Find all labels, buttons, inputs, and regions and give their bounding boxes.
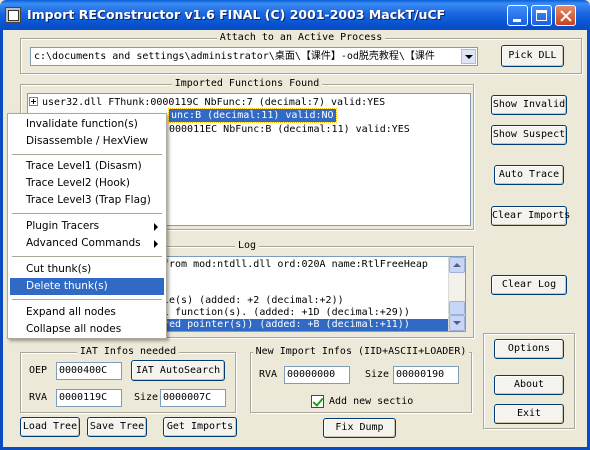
menu-separator xyxy=(12,213,162,214)
submenu-arrow-icon xyxy=(154,240,158,248)
menu-item-trace-level2[interactable]: Trace Level2 (Hook) xyxy=(10,175,164,192)
tree-row[interactable]: unc:B (decimal:11) valid:NO xyxy=(168,108,337,123)
menu-item-label: Cut thunk(s) xyxy=(26,263,92,275)
menu-item-plugin-tracers[interactable]: Plugin Tracers xyxy=(10,218,164,235)
auto-trace-button[interactable]: Auto Trace xyxy=(494,165,564,185)
show-suspect-button[interactable]: Show Suspect xyxy=(491,125,567,145)
menu-item-delete-thunks[interactable]: Delete thunk(s) xyxy=(10,278,164,295)
menu-item-label: Invalidate function(s) xyxy=(26,118,138,130)
new-import-size-field[interactable]: 00000190 xyxy=(393,366,459,384)
scroll-up-icon[interactable] xyxy=(449,257,465,273)
menu-item-cut-thunks[interactable]: Cut thunk(s) xyxy=(10,261,164,278)
new-import-rva-field[interactable]: 00000000 xyxy=(284,366,350,384)
iat-autosearch-button[interactable]: IAT AutoSearch xyxy=(131,360,225,381)
main-window: Import REConstructor v1.6 FINAL (C) 2001… xyxy=(0,0,590,450)
app-icon[interactable] xyxy=(5,7,21,23)
menu-item-disassemble-hexview[interactable]: Disassemble / HexView xyxy=(10,133,164,150)
save-tree-button[interactable]: Save Tree xyxy=(87,417,147,437)
menu-item-label: Disassemble / HexView xyxy=(26,135,149,147)
menu-separator xyxy=(12,299,162,300)
chevron-down-icon[interactable] xyxy=(461,49,476,64)
clear-imports-button[interactable]: Clear Imports xyxy=(491,206,570,226)
iat-rva-label: RVA xyxy=(29,392,48,403)
expand-icon[interactable] xyxy=(29,97,38,106)
oep-label: OEP xyxy=(29,365,48,376)
window-frame-left xyxy=(0,30,3,450)
iat-rva-field[interactable]: 0000119C xyxy=(56,389,122,407)
new-import-group-label: New Import Infos (IID+ASCII+LOADER) xyxy=(252,346,470,357)
menu-item-label: Trace Level3 (Trap Flag) xyxy=(26,194,151,206)
clear-log-button[interactable]: Clear Log xyxy=(491,275,567,295)
menu-item-label: Trace Level2 (Hook) xyxy=(26,177,130,189)
fix-dump-button[interactable]: Fix Dump xyxy=(323,418,396,438)
log-line: l function(s). (added: +1D (decimal:+29)… xyxy=(163,307,410,318)
imported-group-label: Imported Functions Found xyxy=(171,78,323,89)
oep-field[interactable]: 0000400C xyxy=(56,362,122,380)
pick-dll-button[interactable]: Pick DLL xyxy=(501,45,564,67)
close-button[interactable] xyxy=(555,5,576,26)
menu-item-label: Collapse all nodes xyxy=(26,323,122,335)
menu-item-label: Advanced Commands xyxy=(26,237,141,249)
new-import-rva-label: RVA xyxy=(259,369,278,380)
menu-item-trace-level1[interactable]: Trace Level1 (Disasm) xyxy=(10,158,164,175)
menu-item-trace-level3[interactable]: Trace Level3 (Trap Flag) xyxy=(10,192,164,209)
log-line-selected: red pointer(s)) (added: +B (decimal:+11)… xyxy=(163,319,448,331)
menu-item-label: Delete thunk(s) xyxy=(26,280,108,292)
about-button[interactable]: About xyxy=(494,375,564,395)
get-imports-button[interactable]: Get Imports xyxy=(163,417,237,437)
context-menu: Invalidate function(s) Disassemble / Hex… xyxy=(7,113,167,339)
submenu-arrow-icon xyxy=(154,223,158,231)
tree-row-text: user32.dll FThunk:0000119C NbFunc:7 (dec… xyxy=(42,97,386,108)
scroll-thumb[interactable] xyxy=(449,301,465,315)
menu-item-label: Plugin Tracers xyxy=(26,220,100,232)
menu-separator xyxy=(12,154,162,155)
log-scrollbar[interactable] xyxy=(448,257,465,331)
process-path: c:\documents and settings\administrator\… xyxy=(34,51,435,62)
menu-separator xyxy=(12,256,162,257)
maximize-button[interactable] xyxy=(531,5,552,26)
menu-item-label: Expand all nodes xyxy=(26,306,116,318)
tree-row[interactable]: 000011EC NbFunc:B (decimal:11) valid:YES xyxy=(169,123,410,136)
add-section-checkbox[interactable] xyxy=(311,395,324,408)
log-line: le(s) (added: +2 (decimal:+2)) xyxy=(163,295,344,306)
iat-size-label: Size xyxy=(134,392,159,403)
show-invalid-button[interactable]: Show Invalid xyxy=(491,95,567,115)
menu-item-collapse-all[interactable]: Collapse all nodes xyxy=(10,321,164,338)
scroll-down-icon[interactable] xyxy=(449,315,465,331)
menu-item-invalidate-functions[interactable]: Invalidate function(s) xyxy=(10,116,164,133)
minimize-button[interactable] xyxy=(507,5,528,26)
log-group-label: Log xyxy=(234,240,260,251)
exit-button[interactable]: Exit xyxy=(494,404,564,424)
load-tree-button[interactable]: Load Tree xyxy=(20,417,80,437)
iat-group-label: IAT Infos needed xyxy=(76,346,180,357)
iat-size-field[interactable]: 0000007C xyxy=(160,389,226,407)
menu-item-label: Trace Level1 (Disasm) xyxy=(26,160,142,172)
window-title: Import REConstructor v1.6 FINAL (C) 2001… xyxy=(27,7,446,22)
add-section-label: Add new sectio xyxy=(329,396,414,407)
options-button[interactable]: Options xyxy=(494,339,564,359)
new-import-size-label: Size xyxy=(365,369,390,380)
menu-item-expand-all[interactable]: Expand all nodes xyxy=(10,304,164,321)
attach-group-label: Attach to an Active Process xyxy=(216,32,386,43)
log-line: from mod:ntdll.dll ord:020A name:RtlFree… xyxy=(163,259,428,270)
tree-row[interactable]: user32.dll FThunk:0000119C NbFunc:7 (dec… xyxy=(29,96,385,109)
title-bar[interactable]: Import REConstructor v1.6 FINAL (C) 2001… xyxy=(0,0,590,30)
menu-item-advanced-commands[interactable]: Advanced Commands xyxy=(10,235,164,252)
process-combo[interactable]: c:\documents and settings\administrator\… xyxy=(30,47,478,66)
